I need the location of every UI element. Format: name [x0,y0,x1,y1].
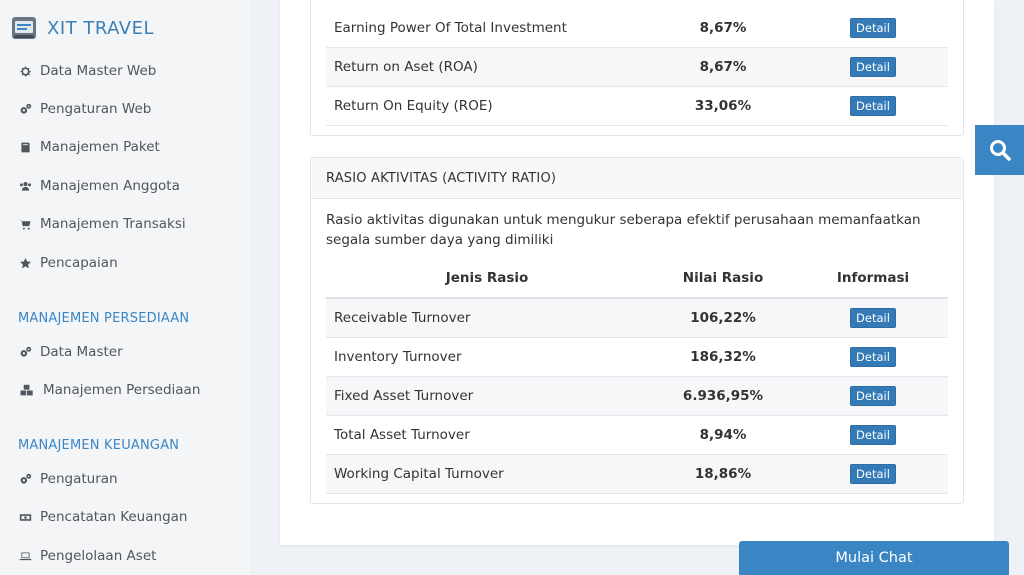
column-header-jenis: Jenis Rasio [445,270,529,286]
ratio-value: 186,32% [690,349,756,365]
ratio-value: 8,67% [699,59,747,75]
brand-name: XIT TRAVEL [47,17,155,39]
search-icon [989,140,1011,161]
ratio-name: Earning Power Of Total Investment [334,20,567,36]
table-row: Return On Equity (ROE) 33,06% Detail [326,87,948,126]
users-icon [18,179,32,193]
sidebar-item-label: Data Master [40,344,123,360]
section-title-persediaan: MANAJEMEN PERSEDIAAN [18,311,190,326]
table-row: Fixed Asset Turnover 6.936,95% Detail [326,377,948,416]
detail-button[interactable]: Detail [850,464,896,484]
sidebar-item-label: Manajemen Transaksi [40,216,186,232]
sidebar-item-label: Data Master Web [40,63,157,79]
ratio-name: Inventory Turnover [334,349,462,365]
sidebar-item-data-master[interactable]: Data Master [18,342,123,362]
sidebar-item-pencatatan-keuangan[interactable]: Pencatatan Keuangan [18,507,187,527]
detail-button[interactable]: Detail [850,386,896,406]
sidebar-item-label: Pengaturan [40,471,118,487]
ratio-name: Total Asset Turnover [334,427,470,443]
column-header-nilai: Nilai Rasio [682,270,764,286]
table-row: Earning Power Of Total Investment 8,67% … [326,9,948,48]
gears-icon [18,345,32,359]
logo-icon [12,17,36,39]
cubes-icon [18,383,35,397]
sidebar-item-label: Pencapaian [40,255,118,271]
ratio-name: Working Capital Turnover [334,466,504,482]
floating-search-button[interactable] [975,125,1024,175]
gears-icon [18,472,32,486]
ratio-name: Return on Aset (ROA) [334,59,478,75]
ratio-value: 8,94% [699,427,747,443]
sidebar-item-pengelolaan-aset[interactable]: Pengelolaan Aset [18,546,156,566]
ratio-value: 33,06% [694,98,752,114]
money-icon [18,510,32,524]
table-row: Receivable Turnover 106,22% Detail [326,299,948,338]
sidebar-item-label: Manajemen Anggota [40,178,180,194]
table-row: Working Capital Turnover 18,86% Detail [326,455,948,494]
star-icon [18,256,32,270]
brand[interactable]: XIT TRAVEL [9,13,154,43]
ratio-name: Receivable Turnover [334,310,471,326]
detail-button[interactable]: Detail [850,347,896,367]
card-title: RASIO AKTIVITAS (ACTIVITY RATIO) [311,158,963,199]
sidebar-item-manajemen-paket[interactable]: Manajemen Paket [18,137,160,157]
book-icon [18,140,32,154]
table-row: Return on Aset (ROA) 8,67% Detail [326,48,948,87]
sidebar-item-data-master-web[interactable]: Data Master Web [18,61,156,81]
sidebar-item-label: Pencatatan Keuangan [40,509,188,525]
ratio-value: 18,86% [694,466,752,482]
ratio-value: 8,67% [699,20,747,36]
ratio-name: Fixed Asset Turnover [334,388,474,404]
section-title-keuangan: MANAJEMEN KEUANGAN [18,438,180,453]
sidebar-item-manajemen-anggota[interactable]: Manajemen Anggota [18,176,180,196]
sidebar-item-label: Pengelolaan Aset [40,548,157,564]
table-row: Total Asset Turnover 8,94% Detail [326,416,948,455]
laptop-icon [18,549,32,563]
sidebar-item-label: Pengaturan Web [40,101,152,117]
activity-ratio-card: RASIO AKTIVITAS (ACTIVITY RATIO) Rasio a… [310,157,964,504]
sidebar-item-pencapaian[interactable]: Pencapaian [18,253,118,273]
detail-button[interactable]: Detail [850,425,896,445]
sidebar-item-label: Manajemen Persediaan [43,382,201,398]
gear-icon [18,64,32,78]
gears-icon [18,102,32,116]
detail-button[interactable]: Detail [850,57,896,77]
detail-button[interactable]: Detail [850,96,896,116]
ratio-value: 106,22% [690,310,756,326]
profitability-ratio-card: Earning Power Of Total Investment 8,67% … [310,0,964,136]
sidebar-item-manajemen-transaksi[interactable]: Manajemen Transaksi [18,214,186,234]
sidebar-item-pengaturan[interactable]: Pengaturan [18,469,118,489]
column-header-informasi: Informasi [836,270,910,286]
table-row: Inventory Turnover 186,32% Detail [326,338,948,377]
ratio-name: Return On Equity (ROE) [334,98,493,114]
detail-button[interactable]: Detail [850,18,896,38]
table-header: Jenis Rasio Nilai Rasio Informasi [326,259,948,299]
sidebar: XIT TRAVEL Data Master Web Pengaturan We… [0,0,250,575]
card-description: Rasio aktivitas digunakan untuk mengukur… [326,212,921,248]
sidebar-item-manajemen-persediaan[interactable]: Manajemen Persediaan [18,380,200,400]
ratio-value: 6.936,95% [682,388,764,404]
cart-icon [18,217,32,231]
detail-button[interactable]: Detail [850,308,896,328]
start-chat-button[interactable]: Mulai Chat [739,541,1009,575]
sidebar-item-pengaturan-web[interactable]: Pengaturan Web [18,99,151,119]
sidebar-item-label: Manajemen Paket [40,139,160,155]
